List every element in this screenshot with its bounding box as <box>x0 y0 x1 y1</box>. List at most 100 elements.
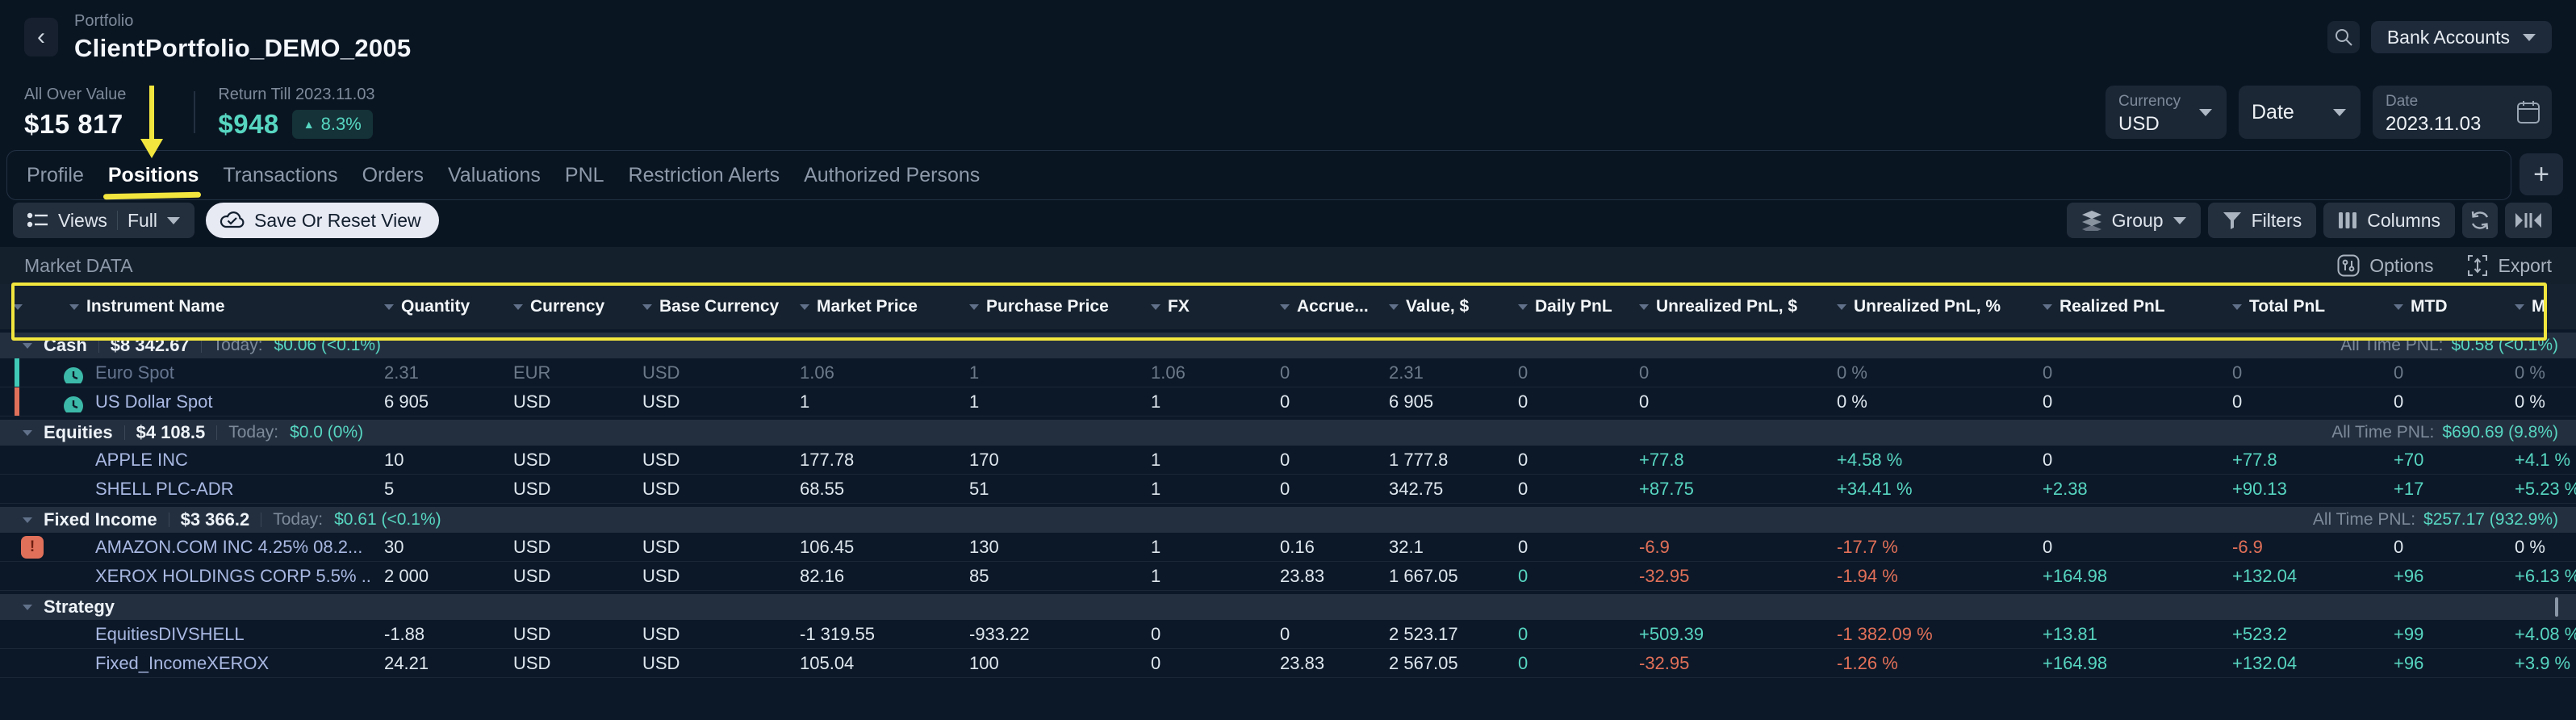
sort-caret-icon[interactable] <box>2515 304 2524 310</box>
table-row[interactable]: !AMAZON.COM INC 4.25% 08.2...30USDUSD106… <box>0 533 2576 562</box>
cloud-check-icon <box>219 210 246 231</box>
column-header-realized-pnl[interactable]: Realized PnL <box>2030 284 2219 329</box>
table-cell: 23.83 <box>1267 566 1376 587</box>
table-row[interactable]: US Dollar Spot6 905USDUSD11106 905000 %0… <box>0 387 2576 417</box>
save-or-reset-view-button[interactable]: Save Or Reset View <box>206 203 439 238</box>
tab-pnl[interactable]: PNL <box>565 164 604 187</box>
column-header-purchase-price[interactable]: Purchase Price <box>956 284 1138 329</box>
column-header-instrument-name[interactable]: Instrument Name <box>56 284 371 329</box>
sort-caret-icon[interactable] <box>642 304 652 310</box>
sort-caret-icon[interactable] <box>384 304 394 310</box>
column-header-unrealized-pnl[interactable]: Unrealized PnL, % <box>1824 284 2030 329</box>
column-header-mtd[interactable]: MTD <box>2381 284 2502 329</box>
column-header-expander[interactable] <box>0 284 56 329</box>
sort-caret-icon[interactable] <box>1518 304 1528 310</box>
column-header-quantity[interactable]: Quantity <box>371 284 500 329</box>
tab-positions[interactable]: Positions <box>108 164 199 187</box>
tab-restriction-alerts[interactable]: Restriction Alerts <box>629 164 780 187</box>
instrument-name-link[interactable]: APPLE INC <box>56 450 371 471</box>
column-header-m[interactable]: M <box>2502 284 2576 329</box>
sort-caret-icon[interactable] <box>13 304 23 310</box>
instrument-name-link[interactable]: AMAZON.COM INC 4.25% 08.2... <box>56 537 371 558</box>
column-header-label: Purchase Price <box>986 297 1109 316</box>
export-button[interactable]: Export <box>2466 254 2552 277</box>
date-field[interactable]: Date 2023.11.03 <box>2373 86 2552 139</box>
table-row[interactable]: Fixed_IncomeXEROX24.21USDUSD105.04100023… <box>0 649 2576 678</box>
group-row-strategy[interactable]: Strategy <box>0 594 2576 620</box>
sort-caret-icon[interactable] <box>2394 304 2403 310</box>
column-header-label: Daily PnL <box>1535 297 1612 316</box>
table-row[interactable]: SHELL PLC-ADR5USDUSD68.555110342.750+87.… <box>0 475 2576 504</box>
sort-caret-icon[interactable] <box>1280 304 1290 310</box>
table-row[interactable]: XEROX HOLDINGS CORP 5.5% ...2 000USDUSD8… <box>0 562 2576 591</box>
instrument-name-link[interactable]: Fixed_IncomeXEROX <box>56 653 371 674</box>
sort-caret-icon[interactable] <box>2043 304 2052 310</box>
sort-caret-icon[interactable] <box>1639 304 1649 310</box>
sort-caret-icon[interactable] <box>69 304 79 310</box>
tab-authorized-persons[interactable]: Authorized Persons <box>804 164 980 187</box>
options-button[interactable]: Options <box>2337 254 2433 277</box>
column-header-daily-pnl[interactable]: Daily PnL <box>1505 284 1626 329</box>
column-header-fx[interactable]: FX <box>1138 284 1267 329</box>
group-row-cash[interactable]: Cash$8 342.67Today:$0.06 (<0.1%)All Time… <box>0 333 2576 358</box>
column-header-market-price[interactable]: Market Price <box>787 284 956 329</box>
tab-valuations[interactable]: Valuations <box>448 164 541 187</box>
row-status-cell <box>0 620 56 648</box>
group-today-label: Today: <box>273 510 323 530</box>
column-header-total-pnl[interactable]: Total PnL <box>2219 284 2381 329</box>
clock-icon <box>63 366 84 383</box>
group-alltime-pnl-value: $257.17 (932.9%) <box>2423 510 2558 530</box>
table-row[interactable]: APPLE INC10USDUSD177.78170101 777.80+77.… <box>0 446 2576 475</box>
group-dropdown[interactable]: Group <box>2067 203 2201 238</box>
table-row[interactable]: Euro Spot2.31EURUSD1.0611.0602.31000 %00… <box>0 358 2576 387</box>
search-button[interactable] <box>2327 21 2360 53</box>
column-header-currency[interactable]: Currency <box>500 284 629 329</box>
date-mode-select[interactable]: Date <box>2239 86 2361 139</box>
tab-profile[interactable]: Profile <box>27 164 84 187</box>
table-cell: 0 % <box>2502 362 2576 383</box>
table-cell: +77.8 <box>1626 450 1824 471</box>
tab-orders[interactable]: Orders <box>362 164 424 187</box>
views-dropdown[interactable]: Views Full <box>13 203 194 238</box>
group-name: Strategy <box>44 597 115 617</box>
columns-button[interactable]: Columns <box>2323 203 2455 238</box>
column-header-base-currency[interactable]: Base Currency <box>629 284 787 329</box>
page-title: ClientPortfolio_DEMO_2005 <box>74 34 411 63</box>
sort-caret-icon[interactable] <box>23 343 32 349</box>
sort-caret-icon[interactable] <box>800 304 809 310</box>
table-row[interactable]: EquitiesDIVSHELL-1.88USDUSD-1 319.55-933… <box>0 620 2576 649</box>
column-header-accrue[interactable]: Accrue... <box>1267 284 1376 329</box>
table-cell: 0 % <box>1824 362 2030 383</box>
add-tab-button[interactable]: + <box>2520 153 2563 195</box>
instrument-name-link[interactable]: SHELL PLC-ADR <box>56 479 371 500</box>
table-cell: -6.9 <box>2219 537 2381 558</box>
sort-caret-icon[interactable] <box>2232 304 2242 310</box>
column-header-unrealized-pnl[interactable]: Unrealized PnL, $ <box>1626 284 1824 329</box>
sort-caret-icon[interactable] <box>23 517 32 523</box>
table-cell: 177.78 <box>787 450 956 471</box>
market-data-title: Market DATA <box>24 255 133 277</box>
sort-caret-icon[interactable] <box>513 304 523 310</box>
collapse-panel-button[interactable] <box>2505 203 2552 238</box>
refresh-button[interactable] <box>2462 203 2498 238</box>
currency-select[interactable]: Currency USD <box>2106 86 2227 139</box>
table-cell: 24.21 <box>371 653 500 674</box>
sort-caret-icon[interactable] <box>1151 304 1160 310</box>
instrument-name-link[interactable]: Euro Spot <box>56 362 371 383</box>
sort-caret-icon[interactable] <box>1389 304 1399 310</box>
bank-accounts-dropdown[interactable]: Bank Accounts <box>2371 21 2552 53</box>
tab-transactions[interactable]: Transactions <box>223 164 337 187</box>
sort-caret-icon[interactable] <box>1837 304 1846 310</box>
group-row-equities[interactable]: Equities$4 108.5Today:$0.0 (0%)All Time … <box>0 420 2576 446</box>
group-row-fixed-income[interactable]: Fixed Income$3 366.2Today:$0.61 (<0.1%)A… <box>0 507 2576 533</box>
column-header-value[interactable]: Value, $ <box>1376 284 1505 329</box>
sort-caret-icon[interactable] <box>23 430 32 436</box>
back-button[interactable]: ‹ <box>24 18 58 57</box>
instrument-name-link[interactable]: XEROX HOLDINGS CORP 5.5% ... <box>56 566 371 587</box>
instrument-name-link[interactable]: EquitiesDIVSHELL <box>56 624 371 645</box>
sort-caret-icon[interactable] <box>23 605 32 610</box>
instrument-name-link[interactable]: US Dollar Spot <box>56 391 371 412</box>
scrollbar-thumb[interactable] <box>2555 597 2558 617</box>
filters-button[interactable]: Filters <box>2208 203 2317 238</box>
sort-caret-icon[interactable] <box>969 304 979 310</box>
